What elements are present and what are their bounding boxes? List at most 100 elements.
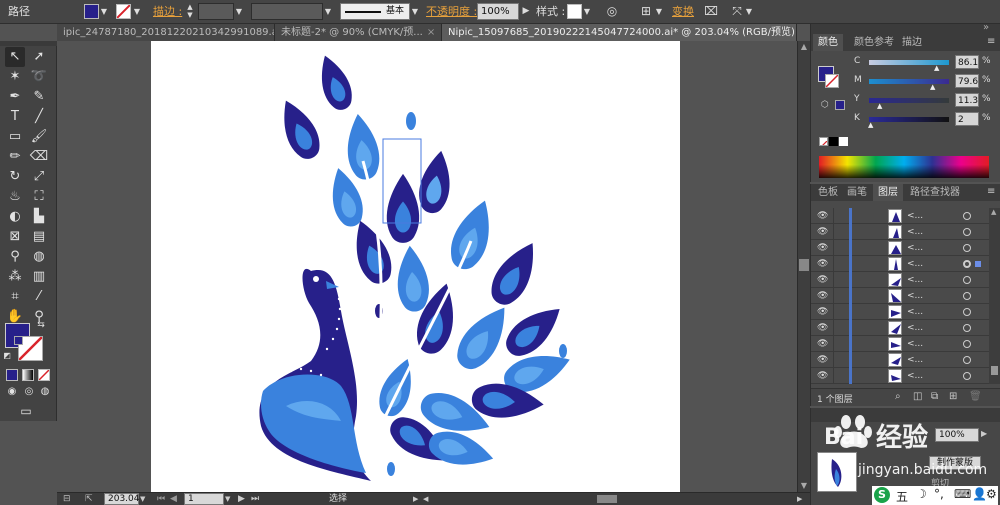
recolor-icon[interactable]: ◎	[604, 3, 620, 20]
align-icon[interactable]: ⊞	[638, 3, 654, 20]
target-icon[interactable]	[963, 340, 971, 348]
target-icon[interactable]	[963, 324, 971, 332]
artboard-tool-icon[interactable]: ⌗	[5, 287, 25, 307]
layer-row[interactable]: 👁 <...	[811, 272, 989, 288]
layer-row[interactable]: 👁 <...	[811, 240, 989, 256]
none-mode-icon[interactable]	[38, 369, 50, 381]
channel-value-input[interactable]: 2	[955, 112, 979, 126]
fill-swatch[interactable]	[84, 4, 99, 19]
cyan-slider[interactable]: C ▲ 86.19 %	[811, 54, 1000, 72]
scroll-up-icon[interactable]: ▲	[798, 41, 810, 53]
opacity-label[interactable]: 不透明度 :	[426, 3, 477, 20]
tab-pathfinder[interactable]: 路径查找器	[905, 184, 965, 201]
layer-row-name[interactable]: <...	[907, 320, 923, 336]
target-icon[interactable]	[963, 292, 971, 300]
stroke-weight-input[interactable]	[198, 3, 234, 20]
next-page-icon[interactable]: ▶	[238, 493, 245, 505]
selection-tool-icon[interactable]: ↖	[5, 47, 25, 67]
eraser-tool-icon[interactable]: ⌫	[29, 147, 49, 167]
channel-value-input[interactable]: 79.64	[955, 74, 979, 88]
layer-row-name[interactable]: <...	[907, 352, 923, 368]
brush-definition-select[interactable]: 基本	[340, 3, 410, 20]
column-graph-tool-icon[interactable]: ▥	[29, 267, 49, 287]
new-sublayer-icon[interactable]: ⧉	[931, 391, 938, 402]
locate-object-icon[interactable]: ⌕	[895, 391, 901, 402]
ime-moon-icon[interactable]: ☽	[916, 487, 927, 501]
tab-stroke[interactable]: 描边	[897, 34, 927, 51]
swap-colors-icon[interactable]: ⇆	[35, 319, 47, 331]
ime-settings-icon[interactable]: ⚙	[986, 487, 997, 501]
lasso-tool-icon[interactable]: ➰	[29, 67, 49, 87]
collapse-icon[interactable]: »	[983, 22, 989, 33]
ime-mode-icon[interactable]: 五	[896, 488, 908, 505]
visibility-eye-icon[interactable]: 👁	[817, 272, 828, 288]
variable-width-select[interactable]	[251, 3, 323, 20]
stroke-swatch[interactable]	[116, 4, 131, 19]
visibility-eye-icon[interactable]: 👁	[817, 320, 828, 336]
more-options-icon[interactable]: ▼	[744, 3, 754, 20]
stroke-weight-dropdown-icon[interactable]: ▼	[234, 3, 244, 20]
target-icon[interactable]	[963, 276, 971, 284]
status-arrow-icon[interactable]: ▶	[413, 493, 418, 505]
yellow-slider[interactable]: Y ▲ 11.38 %	[811, 92, 1000, 110]
layer-row[interactable]: 👁 <...	[811, 304, 989, 320]
tab-color[interactable]: 颜色	[813, 34, 843, 51]
visibility-eye-icon[interactable]: 👁	[817, 336, 828, 352]
black-swatch[interactable]	[829, 137, 838, 146]
layer-row[interactable]: 👁 <...	[811, 320, 989, 336]
layer-row-name[interactable]: <...	[907, 304, 923, 320]
gradient-tool-icon[interactable]: ▤	[29, 227, 49, 247]
layer-row-name[interactable]: <...	[907, 224, 923, 240]
target-icon[interactable]	[963, 260, 971, 268]
scroll-thumb[interactable]	[991, 366, 998, 375]
none-color-swatch[interactable]	[819, 137, 828, 146]
hscroll-right-icon[interactable]: ▶	[797, 493, 802, 505]
peacock-artwork[interactable]	[151, 41, 680, 492]
symbol-sprayer-tool-icon[interactable]: ⁂	[5, 267, 25, 287]
first-page-icon[interactable]: ⏮	[157, 493, 165, 505]
tab-color-guide[interactable]: 颜色参考	[849, 34, 899, 51]
type-tool-icon[interactable]: T	[5, 107, 25, 127]
target-icon[interactable]	[963, 308, 971, 316]
layer-row-name[interactable]: <...	[907, 336, 923, 352]
graphic-style-swatch[interactable]	[567, 4, 582, 19]
layer-row-name[interactable]: <...	[907, 272, 923, 288]
screen-mode-icon[interactable]: ▭	[16, 403, 36, 419]
warp-tool-icon[interactable]: ♨	[5, 187, 25, 207]
hscroll-left-icon[interactable]: ◀	[423, 493, 428, 505]
gradient-mode-icon[interactable]	[22, 369, 34, 381]
flip-icon[interactable]: ⤧	[730, 3, 744, 20]
channel-value-input[interactable]: 11.38	[955, 93, 979, 107]
ime-toolbar[interactable]: S 五 ☽ °, ⌨ 👤 ⚙	[872, 486, 998, 505]
selected-art-indicator[interactable]	[975, 261, 981, 267]
close-icon[interactable]: ×	[427, 27, 435, 38]
layer-row[interactable]: 👁 <...	[811, 336, 989, 352]
tab-document-3[interactable]: Nipic_15097685_20190222145047724000.ai* …	[442, 24, 797, 41]
peacock-body[interactable]	[259, 268, 371, 481]
variable-width-dropdown-icon[interactable]: ▼	[323, 3, 333, 20]
status-menu-icon[interactable]: ⊟	[63, 493, 77, 505]
layer-row[interactable]: 👁 <...	[811, 256, 989, 272]
page-input[interactable]: 1	[184, 493, 224, 505]
hscroll-thumb[interactable]	[597, 495, 617, 503]
transform-label[interactable]: 变换	[672, 3, 694, 20]
brush-dropdown-icon[interactable]: ▼	[410, 3, 420, 20]
rectangle-tool-icon[interactable]: ▭	[5, 127, 25, 147]
ime-keyboard-icon[interactable]: ⌨	[954, 487, 971, 501]
clipping-mask-icon[interactable]: ◫	[913, 391, 922, 402]
paintbrush-tool-icon[interactable]: 🖌	[29, 127, 49, 147]
draw-normal-icon[interactable]: ◉	[5, 385, 19, 399]
slider-knob-icon[interactable]: ▲	[868, 121, 873, 129]
canvas-area[interactable]	[57, 41, 797, 492]
visibility-eye-icon[interactable]: 👁	[817, 304, 828, 320]
default-colors-icon[interactable]: ◩	[2, 351, 12, 361]
tab-document-2[interactable]: 未标题-2* @ 90% (CMYK/预... ×	[275, 24, 442, 41]
panel-grip[interactable]	[0, 41, 57, 46]
stroke-weight-stepper-icon[interactable]: ▲ ▼	[186, 3, 194, 20]
scale-tool-icon[interactable]: ⤢	[29, 167, 49, 187]
visibility-eye-icon[interactable]: 👁	[817, 352, 828, 368]
magenta-slider[interactable]: M ▲ 79.64 %	[811, 73, 1000, 91]
target-icon[interactable]	[963, 212, 971, 220]
scroll-thumb[interactable]	[799, 259, 809, 271]
rotate-tool-icon[interactable]: ↻	[5, 167, 25, 187]
